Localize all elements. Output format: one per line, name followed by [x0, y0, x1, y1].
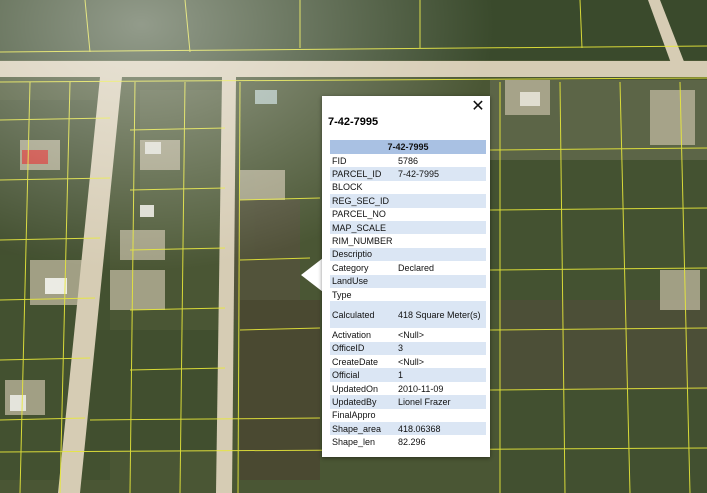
- table-header: 7-42-7995: [330, 140, 486, 154]
- attribute-key: Official: [330, 368, 396, 382]
- table-row: CreateDate <Null>: [330, 355, 486, 368]
- attribute-value: Declared: [398, 262, 435, 273]
- attribute-value: 418 Square Meter(s): [396, 301, 486, 329]
- table-row: Descriptio: [330, 247, 486, 262]
- table-row: Activation <Null>: [330, 328, 486, 341]
- table-row: Official 1: [330, 368, 486, 382]
- attribute-key: MAP_SCALE: [330, 220, 396, 235]
- attribute-key: UpdatedBy: [330, 395, 396, 409]
- attribute-value: [396, 247, 486, 262]
- attribute-key: Category: [332, 262, 369, 273]
- table-row: RIM_NUMBER: [330, 234, 486, 247]
- table-row: Shape_len 82.296: [330, 435, 486, 448]
- attribute-value: [396, 194, 486, 208]
- table-row: UpdatedBy Lionel Frazer: [330, 395, 486, 409]
- attribute-key: CreateDate: [332, 356, 379, 367]
- table-row: OfficeID 3: [330, 341, 486, 356]
- attribute-key: RIM_NUMBER: [332, 236, 393, 247]
- attribute-value: [396, 181, 486, 194]
- attribute-value: 82.296: [398, 437, 426, 448]
- attribute-key: BLOCK: [332, 182, 363, 193]
- table-row: Shape_area 418.06368: [330, 422, 486, 436]
- attribute-key: Shape_area: [330, 422, 396, 436]
- attribute-value: [396, 220, 486, 235]
- attribute-value: [396, 208, 486, 221]
- attribute-key: Activation: [332, 329, 372, 340]
- attribute-key: Calculated: [330, 301, 396, 329]
- attribute-value: 1: [396, 368, 486, 382]
- close-icon[interactable]: ✕: [470, 98, 486, 114]
- table-row: Category Declared: [330, 261, 486, 274]
- attribute-value: [396, 288, 486, 301]
- parcel-info-popup: ✕ 7-42-7995 7-42-7995 FID 5786 PARCEL_ID 7-…: [322, 96, 490, 457]
- attribute-rows: FID 5786 PARCEL_ID 7-42-7995 BLOCK REG_SEC_ID…: [330, 154, 486, 449]
- attribute-key: UpdatedOn: [332, 383, 379, 394]
- attribute-key: FinalAppro: [332, 410, 376, 421]
- attribute-value: 2010-11-09: [398, 383, 444, 394]
- attribute-key: PARCEL_NO: [332, 209, 386, 220]
- table-row: Type: [330, 288, 486, 301]
- table-header-row: 7-42-7995: [330, 140, 486, 154]
- attribute-value: [396, 234, 486, 247]
- attribute-key: PARCEL_ID: [330, 167, 396, 181]
- table-row: UpdatedOn 2010-11-09: [330, 382, 486, 395]
- table-row: PARCEL_ID 7-42-7995: [330, 167, 486, 181]
- attribute-value: [396, 274, 486, 288]
- attribute-key: OfficeID: [330, 341, 396, 356]
- attribute-value: 7-42-7995: [396, 167, 486, 181]
- attribute-table: 7-42-7995 FID 5786 PARCEL_ID 7-42-7995 BLOCK…: [330, 140, 486, 449]
- table-row: LandUse: [330, 274, 486, 288]
- attribute-value: 3: [396, 341, 486, 356]
- table-row: PARCEL_NO: [330, 208, 486, 221]
- popup-title: 7-42-7995: [328, 116, 379, 128]
- attribute-value: Lionel Frazer: [396, 395, 486, 409]
- attribute-value: <Null>: [398, 356, 425, 367]
- attribute-value: 5786: [398, 155, 419, 166]
- attribute-key: Type: [332, 289, 352, 300]
- table-row: MAP_SCALE: [330, 220, 486, 235]
- popup-pointer: [301, 258, 323, 292]
- table-row: FinalAppro: [330, 409, 486, 422]
- attribute-value: <Null>: [398, 329, 425, 340]
- table-row: Calculated 418 Square Meter(s): [330, 301, 486, 329]
- table-row: FID 5786: [330, 154, 486, 167]
- attribute-key: FID: [332, 155, 347, 166]
- attribute-key: REG_SEC_ID: [330, 194, 396, 208]
- attribute-value: [396, 409, 486, 422]
- attribute-key: Shape_len: [332, 437, 376, 448]
- attribute-value: 418.06368: [396, 422, 486, 436]
- attribute-key: LandUse: [330, 274, 396, 288]
- attribute-key: Descriptio: [330, 247, 396, 262]
- table-row: REG_SEC_ID: [330, 194, 486, 208]
- table-row: BLOCK: [330, 181, 486, 194]
